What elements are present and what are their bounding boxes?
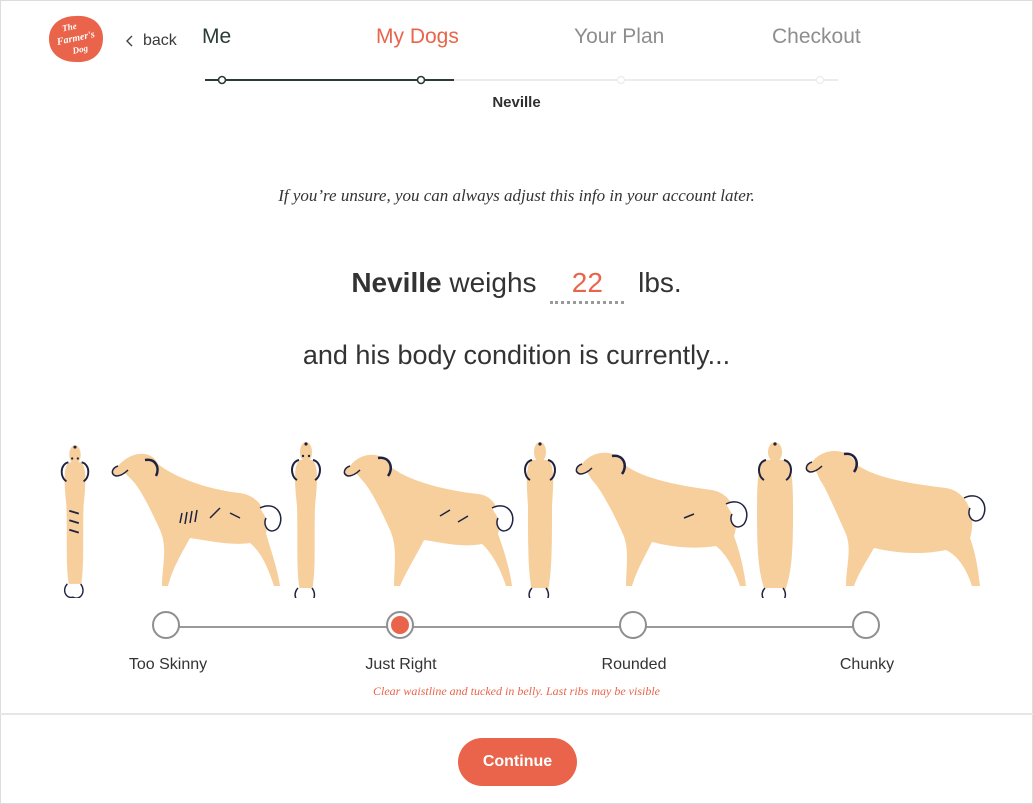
- dog-top-view-rounded: [524, 442, 556, 598]
- back-label: back: [143, 32, 177, 49]
- body-condition-illustrations: [40, 438, 1000, 598]
- chevron-left-icon: [126, 35, 133, 47]
- dog-side-view-just-right: [343, 454, 514, 586]
- dog-name: Neville: [351, 267, 442, 298]
- option-chunky-radio[interactable]: [852, 611, 880, 639]
- dog-top-view-just-right: [290, 441, 322, 598]
- weight-input[interactable]: 22: [550, 265, 625, 304]
- back-button[interactable]: back: [125, 32, 177, 50]
- current-dog-substep: Neville: [492, 94, 541, 111]
- step-progress-bar: [0, 70, 1033, 90]
- dog-side-view-skinny: [111, 453, 282, 586]
- option-too-skinny-label[interactable]: Too Skinny: [98, 656, 238, 674]
- body-condition-prompt: and his body condition is currently...: [302, 340, 731, 370]
- tab-checkout[interactable]: Checkout: [772, 25, 861, 49]
- dog-side-view-rounded: [575, 452, 748, 586]
- slider-track[interactable]: [168, 626, 866, 628]
- option-rounded-radio[interactable]: [619, 611, 647, 639]
- continue-button[interactable]: Continue: [458, 738, 577, 786]
- tab-me[interactable]: Me: [202, 25, 231, 49]
- option-rounded-label[interactable]: Rounded: [564, 656, 704, 674]
- weight-unit: lbs.: [638, 267, 682, 298]
- tab-my-dogs[interactable]: My Dogs: [376, 25, 459, 49]
- option-chunky-label[interactable]: Chunky: [797, 656, 937, 674]
- dog-top-view-skinny: [60, 444, 90, 598]
- farmers-dog-logo[interactable]: The Farmer's Dog: [48, 14, 104, 64]
- weight-sentence: Neville weighs 22 lbs.: [0, 265, 1033, 304]
- option-too-skinny-radio[interactable]: [152, 611, 180, 639]
- dog-top-view-chunky: [757, 442, 793, 598]
- dog-side-view-chunky: [805, 450, 986, 586]
- body-condition-slider[interactable]: [0, 608, 1033, 648]
- option-just-right-label[interactable]: Just Right: [331, 656, 471, 674]
- tab-your-plan[interactable]: Your Plan: [574, 25, 664, 49]
- adjust-info-hint: If you’re unsure, you can always adjust …: [278, 186, 755, 205]
- option-just-right-radio[interactable]: [386, 611, 414, 639]
- selected-condition-description: Clear waistline and tucked in belly. Las…: [373, 684, 660, 698]
- footer-divider: [0, 713, 1033, 715]
- weighs-text: weighs: [449, 267, 537, 298]
